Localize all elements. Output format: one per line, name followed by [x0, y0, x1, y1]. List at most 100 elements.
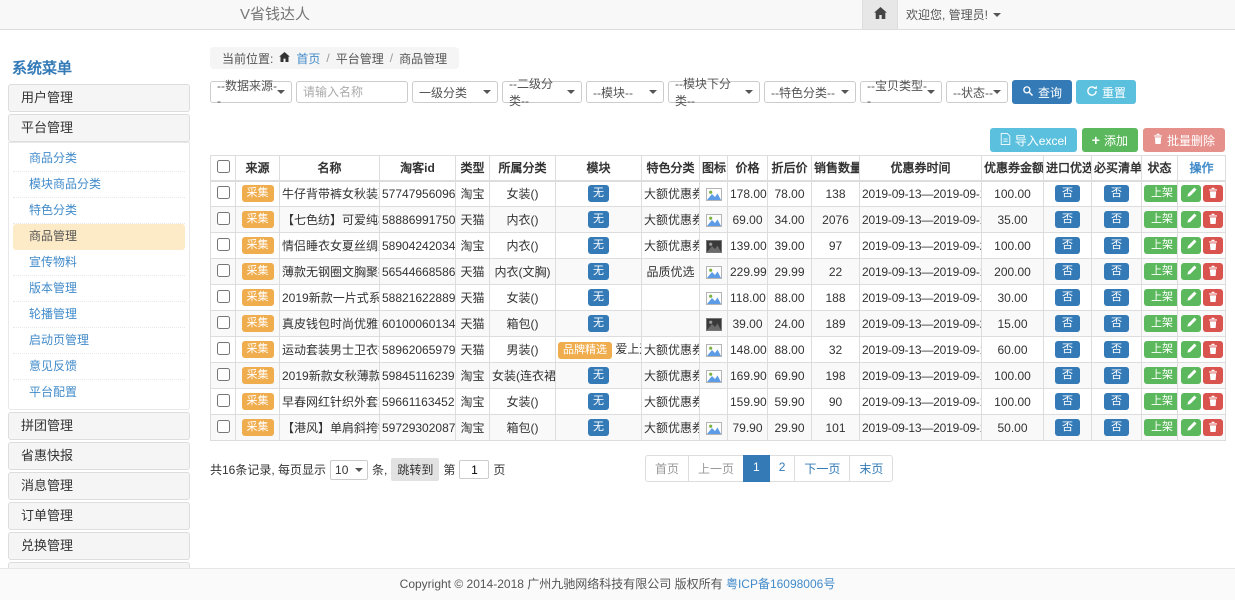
- import-select-toggle[interactable]: 否: [1055, 211, 1080, 228]
- import-select-toggle[interactable]: 否: [1055, 393, 1080, 410]
- sidebar-item-1-5[interactable]: 版本管理: [13, 276, 185, 302]
- sidebar-group-6[interactable]: 兑换管理: [8, 532, 190, 560]
- pager-item-5[interactable]: 末页: [849, 455, 893, 482]
- sidebar-group-4[interactable]: 消息管理: [8, 472, 190, 500]
- import-select-toggle[interactable]: 否: [1055, 263, 1080, 280]
- import-select-toggle[interactable]: 否: [1055, 185, 1080, 202]
- sidebar-group-5[interactable]: 订单管理: [8, 502, 190, 530]
- row-checkbox[interactable]: [217, 238, 230, 251]
- delete-button[interactable]: [1203, 367, 1223, 384]
- module-select[interactable]: --模块--: [586, 81, 664, 103]
- add-button[interactable]: + 添加: [1082, 128, 1138, 152]
- delete-button[interactable]: [1203, 237, 1223, 254]
- import-select-toggle[interactable]: 否: [1055, 315, 1080, 332]
- edit-button[interactable]: [1181, 341, 1201, 358]
- edit-button[interactable]: [1181, 263, 1201, 280]
- edit-button[interactable]: [1181, 315, 1201, 332]
- breadcrumb-home-link[interactable]: 首页: [296, 50, 320, 67]
- pager-item-4[interactable]: 下一页: [794, 455, 850, 482]
- home-button[interactable]: [862, 0, 898, 29]
- import-select-toggle[interactable]: 否: [1055, 289, 1080, 306]
- must-buy-toggle[interactable]: 否: [1104, 263, 1129, 280]
- sidebar-item-1-4[interactable]: 宣传物料: [13, 250, 185, 276]
- pager-item-1[interactable]: 上一页: [688, 455, 744, 482]
- must-buy-toggle[interactable]: 否: [1104, 185, 1129, 202]
- sidebar-item-1-7[interactable]: 启动页管理: [13, 328, 185, 354]
- must-buy-toggle[interactable]: 否: [1104, 419, 1129, 436]
- import-select-toggle[interactable]: 否: [1055, 341, 1080, 358]
- must-buy-toggle[interactable]: 否: [1104, 393, 1129, 410]
- import-excel-button[interactable]: 导入excel: [990, 128, 1077, 152]
- must-buy-toggle[interactable]: 否: [1104, 315, 1129, 332]
- delete-button[interactable]: [1203, 341, 1223, 358]
- row-checkbox[interactable]: [217, 420, 230, 433]
- delete-button[interactable]: [1203, 211, 1223, 228]
- level2-category-select[interactable]: --二级分类--: [502, 81, 582, 103]
- item-type-select[interactable]: --宝贝类型--: [860, 81, 942, 103]
- page-size-select[interactable]: 10: [330, 460, 368, 480]
- level1-category-select[interactable]: 一级分类: [412, 81, 498, 103]
- name-input[interactable]: [296, 81, 408, 103]
- edit-button[interactable]: [1181, 211, 1201, 228]
- sidebar-item-1-1[interactable]: 模块商品分类: [13, 172, 185, 198]
- status-toggle[interactable]: 上架: [1144, 315, 1178, 332]
- must-buy-toggle[interactable]: 否: [1104, 211, 1129, 228]
- import-select-toggle[interactable]: 否: [1055, 419, 1080, 436]
- delete-button[interactable]: [1203, 263, 1223, 280]
- batch-delete-button[interactable]: 批量删除: [1143, 128, 1225, 152]
- edit-button[interactable]: [1181, 367, 1201, 384]
- status-toggle[interactable]: 上架: [1144, 263, 1178, 280]
- sidebar-item-1-2[interactable]: 特色分类: [13, 198, 185, 224]
- feature-select[interactable]: --特色分类--: [764, 81, 856, 103]
- reset-button[interactable]: 重置: [1076, 80, 1136, 104]
- must-buy-toggle[interactable]: 否: [1104, 289, 1129, 306]
- icp-link[interactable]: 粤ICP备16098006号: [726, 577, 835, 591]
- row-checkbox[interactable]: [217, 186, 230, 199]
- delete-button[interactable]: [1203, 315, 1223, 332]
- sidebar-item-1-6[interactable]: 轮播管理: [13, 302, 185, 328]
- pager-item-2[interactable]: 1: [743, 455, 770, 482]
- pager-item-3[interactable]: 2: [769, 455, 796, 482]
- status-select[interactable]: --状态--: [946, 81, 1008, 103]
- row-checkbox[interactable]: [217, 290, 230, 303]
- row-checkbox[interactable]: [217, 368, 230, 381]
- delete-button[interactable]: [1203, 289, 1223, 306]
- user-menu[interactable]: 欢迎您, 管理员!: [906, 0, 1001, 29]
- page-number-input[interactable]: [459, 460, 489, 479]
- sidebar-group-3[interactable]: 省惠快报: [8, 442, 190, 470]
- status-toggle[interactable]: 上架: [1144, 211, 1178, 228]
- edit-button[interactable]: [1181, 393, 1201, 410]
- status-toggle[interactable]: 上架: [1144, 237, 1178, 254]
- status-toggle[interactable]: 上架: [1144, 289, 1178, 306]
- row-checkbox[interactable]: [217, 316, 230, 329]
- sidebar-group-2[interactable]: 拼团管理: [8, 412, 190, 440]
- status-toggle[interactable]: 上架: [1144, 419, 1178, 436]
- jump-button[interactable]: 跳转到: [391, 458, 439, 481]
- source-select[interactable]: --数据来源--: [210, 81, 292, 103]
- pager-item-0[interactable]: 首页: [645, 455, 689, 482]
- select-all-checkbox[interactable]: [217, 160, 230, 173]
- edit-button[interactable]: [1181, 185, 1201, 202]
- edit-button[interactable]: [1181, 237, 1201, 254]
- status-toggle[interactable]: 上架: [1144, 341, 1178, 358]
- delete-button[interactable]: [1203, 419, 1223, 436]
- row-checkbox[interactable]: [217, 394, 230, 407]
- row-checkbox[interactable]: [217, 264, 230, 277]
- sidebar-group-1[interactable]: 平台管理: [8, 114, 190, 142]
- import-select-toggle[interactable]: 否: [1055, 367, 1080, 384]
- must-buy-toggle[interactable]: 否: [1104, 367, 1129, 384]
- row-checkbox[interactable]: [217, 342, 230, 355]
- status-toggle[interactable]: 上架: [1144, 367, 1178, 384]
- sidebar-item-1-3[interactable]: 商品管理: [13, 224, 185, 250]
- row-checkbox[interactable]: [217, 212, 230, 225]
- edit-button[interactable]: [1181, 289, 1201, 306]
- must-buy-toggle[interactable]: 否: [1104, 237, 1129, 254]
- search-button[interactable]: 查询: [1012, 80, 1072, 104]
- edit-button[interactable]: [1181, 419, 1201, 436]
- must-buy-toggle[interactable]: 否: [1104, 341, 1129, 358]
- sidebar-group-0[interactable]: 用户管理: [8, 84, 190, 112]
- sidebar-item-1-0[interactable]: 商品分类: [13, 146, 185, 172]
- delete-button[interactable]: [1203, 393, 1223, 410]
- module-sub-select[interactable]: --模块下分类--: [668, 81, 760, 103]
- delete-button[interactable]: [1203, 185, 1223, 202]
